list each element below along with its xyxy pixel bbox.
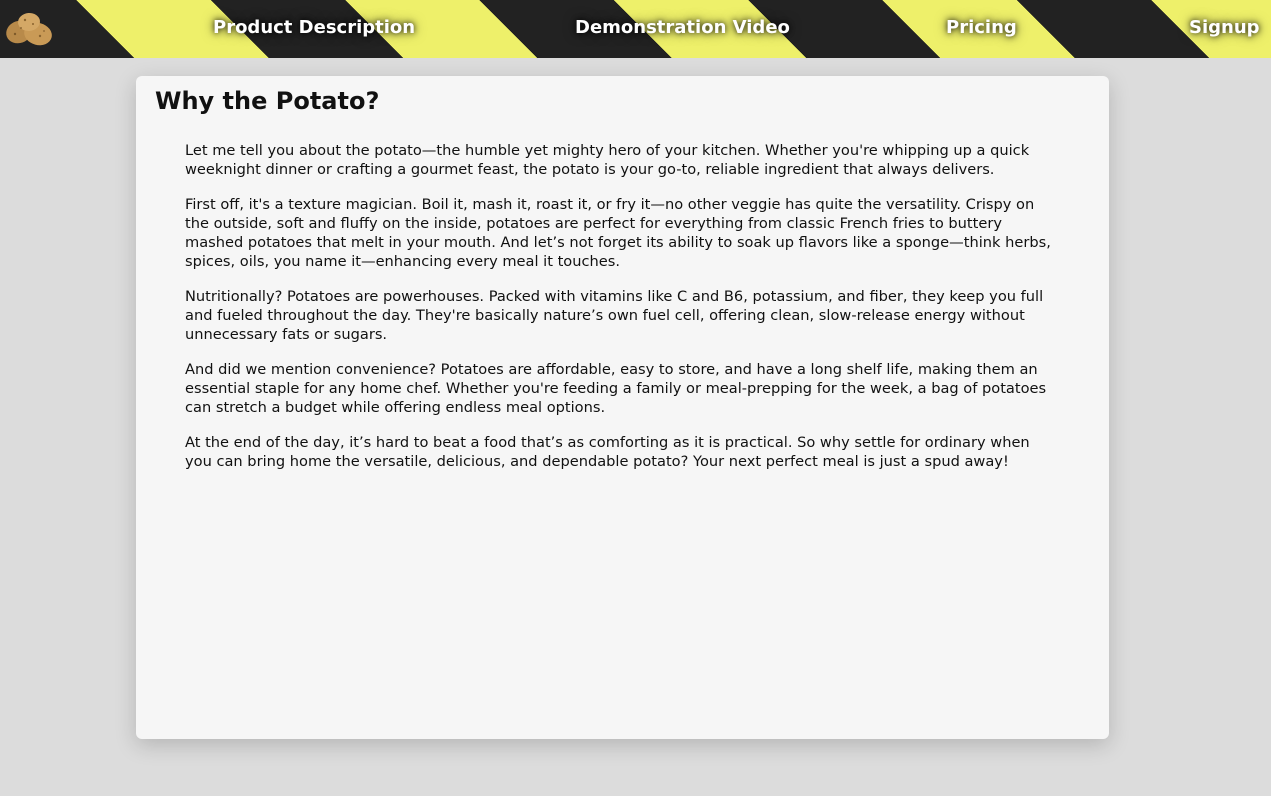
potato-logo-icon[interactable] — [2, 9, 54, 49]
nav-link-pricing[interactable]: Pricing — [946, 14, 1017, 42]
nav-link-product-description[interactable]: Product Description — [213, 14, 415, 42]
paragraph: And did we mention convenience? Potatoes… — [185, 361, 1047, 416]
top-navbar: Product Description Demonstration Video … — [0, 0, 1271, 58]
paragraph: At the end of the day, it’s hard to beat… — [185, 434, 1030, 470]
paragraph: Nutritionally? Potatoes are powerhouses.… — [185, 288, 1044, 343]
article-body: Let me tell you about the potato—the hum… — [185, 141, 1055, 487]
paragraph: Let me tell you about the potato—the hum… — [185, 142, 1030, 178]
nav-link-demonstration-video[interactable]: Demonstration Video — [575, 14, 790, 42]
content-card: Why the Potato? Let me tell you about th… — [136, 76, 1109, 739]
nav-link-signup[interactable]: Signup — [1189, 14, 1260, 42]
paragraph: First off, it's a texture magician. Boil… — [185, 196, 1051, 270]
page-title: Why the Potato? — [155, 87, 380, 115]
